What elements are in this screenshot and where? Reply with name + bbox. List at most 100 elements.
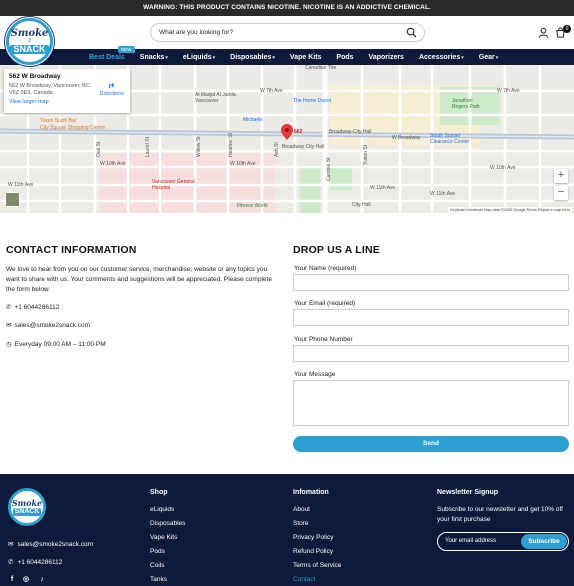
zoom-out-button[interactable]: −	[554, 186, 568, 200]
map-label: Broadway-City Hall	[329, 129, 372, 135]
map-label: Michaels	[243, 117, 263, 123]
phone-label: Your Phone Number	[294, 336, 353, 343]
map-label: Heather St	[228, 133, 234, 157]
message-label: Your Message	[294, 371, 336, 378]
map-label: W 10th Ave	[490, 165, 516, 171]
nav-item-best-deals[interactable]: Best Deals	[89, 54, 125, 61]
map-label: W 10th Ave	[100, 161, 126, 167]
tiktok-icon[interactable]: ♪	[38, 576, 46, 584]
map-label: Vancouver General Hospital	[152, 179, 195, 191]
map-label: W Broadway	[392, 135, 421, 141]
search-icon[interactable]	[406, 27, 417, 38]
footer-link-store[interactable]: Store	[293, 520, 309, 527]
map-pin-icon[interactable]	[281, 124, 293, 140]
footer-link-pods[interactable]: Pods	[150, 548, 165, 555]
map-label: City Hall	[352, 202, 371, 208]
nav-label: Best Deals	[89, 53, 125, 61]
footer-phone[interactable]: ✆ +1 6044286112	[8, 558, 63, 567]
map-label: W 7th Ave	[260, 88, 283, 94]
footer-link-privacy[interactable]: Privacy Policy	[293, 534, 333, 541]
nav-label: eLiquids	[182, 53, 212, 61]
newsletter-text: Subscribe to our newsletter and get 10% …	[437, 506, 563, 523]
map-label: Jonathan Rogers Park	[452, 98, 480, 110]
message-textarea[interactable]	[293, 380, 569, 426]
email-input[interactable]	[293, 309, 569, 326]
chevron-down-icon: ▾	[272, 54, 275, 61]
logo-text-snack: SNACK	[12, 507, 42, 516]
footer-link-refund[interactable]: Refund Policy	[293, 548, 333, 555]
contact-email-text: sales@smoke2snack.com	[14, 322, 91, 329]
footer-link-contact[interactable]: Contact	[293, 576, 315, 583]
subscribe-button[interactable]: Subscribe	[521, 534, 567, 549]
zoom-in-button[interactable]: +	[554, 169, 568, 183]
search-placeholder: What are you looking for?	[159, 29, 234, 36]
map-label: South Sunset Clearance Center	[430, 133, 470, 145]
directions-button[interactable]: Directions	[100, 81, 124, 97]
newsletter-placeholder: Your email address	[445, 538, 497, 544]
footer-email-text: sales@smoke2snack.com	[17, 540, 94, 548]
footer-link-vape-kits[interactable]: Vape Kits	[150, 534, 177, 541]
contact-intro: We love to hear from you on our customer…	[6, 266, 272, 293]
footer-link-tanks[interactable]: Tanks	[150, 576, 167, 583]
map-label: W 7th Ave	[497, 88, 520, 94]
nav-label: Gear	[478, 53, 495, 61]
newsletter-email-input[interactable]: Your email address Subscribe	[437, 532, 569, 551]
contact-hours: ◷ Everyday 09:00 AM – 11:00 PM	[6, 340, 106, 350]
phone-icon: ✆	[8, 559, 14, 566]
map-place-address: 562 W Broadway, Vancouver, BC V5Z 0E9, C…	[9, 83, 90, 96]
name-input[interactable]	[293, 274, 569, 291]
map-label: W 11th Ave	[370, 185, 396, 191]
site-header: Smoke 2 SNACK What are you looking for? …	[0, 16, 574, 65]
cart-count-badge: 0	[563, 25, 571, 33]
contact-phone-text: +1 6044286112	[14, 304, 60, 311]
chevron-down-icon: ▾	[165, 54, 168, 61]
contact-heading: CONTACT INFORMATION	[6, 244, 137, 256]
contact-hours-text: Everyday 09:00 AM – 11:00 PM	[14, 341, 106, 348]
map-label: Al Masjid Al Jamia, Vancouver	[195, 92, 237, 104]
chevron-down-icon: ▾	[495, 54, 499, 61]
site-logo[interactable]: Smoke 2 SNACK	[6, 18, 53, 65]
footer-email[interactable]: ✉ sales@smoke2snack.com	[8, 540, 94, 549]
chevron-down-icon: ▾	[212, 54, 216, 61]
footer-link-disposables[interactable]: Disposables	[150, 520, 185, 527]
map-label: Yukon St	[363, 144, 369, 165]
nav-item-vaporizers[interactable]: Vaporizers	[369, 54, 404, 61]
phone-icon: ✆	[6, 304, 12, 311]
nav-item-vape-kits[interactable]: Vape Kits	[290, 54, 322, 61]
nav-item-snacks[interactable]: Snacks▾	[140, 54, 168, 61]
directions-icon	[108, 83, 115, 89]
footer-link-terms[interactable]: Terms of Service	[293, 562, 341, 569]
footer-logo[interactable]: Smoke SNACK	[8, 488, 46, 526]
footer-phone-text: +1 6044286112	[17, 558, 63, 566]
nav-item-gear[interactable]: Gear▾	[479, 54, 498, 61]
contact-phone[interactable]: ✆ +1 6044286112	[6, 303, 59, 313]
search-input[interactable]: What are you looking for?	[150, 23, 425, 42]
phone-input[interactable]	[293, 345, 569, 362]
chevron-down-icon: ▾	[461, 54, 464, 61]
instagram-icon[interactable]: ◎	[22, 576, 30, 584]
store-location-map[interactable]: Canadian Tire W 7th Ave W 7th Ave Al Mas…	[0, 65, 574, 213]
new-badge: NEW	[118, 46, 135, 53]
map-label: The Home Depot	[293, 98, 332, 104]
send-button[interactable]: Send	[293, 436, 569, 452]
nav-item-eliquids[interactable]: eLiquids▾	[183, 54, 215, 61]
contact-email[interactable]: ✉ sales@smoke2snack.com	[6, 321, 90, 331]
footer-link-coils[interactable]: Coils	[150, 562, 164, 569]
map-label: Oak St	[96, 141, 102, 157]
footer-link-eliquids[interactable]: eLiquids	[150, 506, 174, 513]
nav-label: Accessories	[418, 53, 461, 61]
nav-item-accessories[interactable]: Accessories▾	[419, 54, 464, 61]
map-label: Ash St	[274, 142, 280, 157]
satellite-toggle[interactable]	[5, 192, 20, 207]
map-place-title: 562 W Broadway	[9, 73, 61, 80]
view-larger-map-link[interactable]: View larger map	[9, 99, 125, 105]
map-label: Canadian Tire	[305, 65, 337, 71]
shop-heading: Shop	[150, 489, 168, 496]
facebook-icon[interactable]: f	[8, 576, 16, 584]
footer-link-about[interactable]: About	[293, 506, 310, 513]
account-icon[interactable]	[538, 27, 549, 38]
map-label: Broadway City Hall	[282, 144, 325, 150]
nav-item-disposables[interactable]: Disposables▾	[230, 54, 275, 61]
nav-item-pods[interactable]: Pods	[336, 54, 353, 61]
nav-label: Pods	[336, 53, 354, 61]
